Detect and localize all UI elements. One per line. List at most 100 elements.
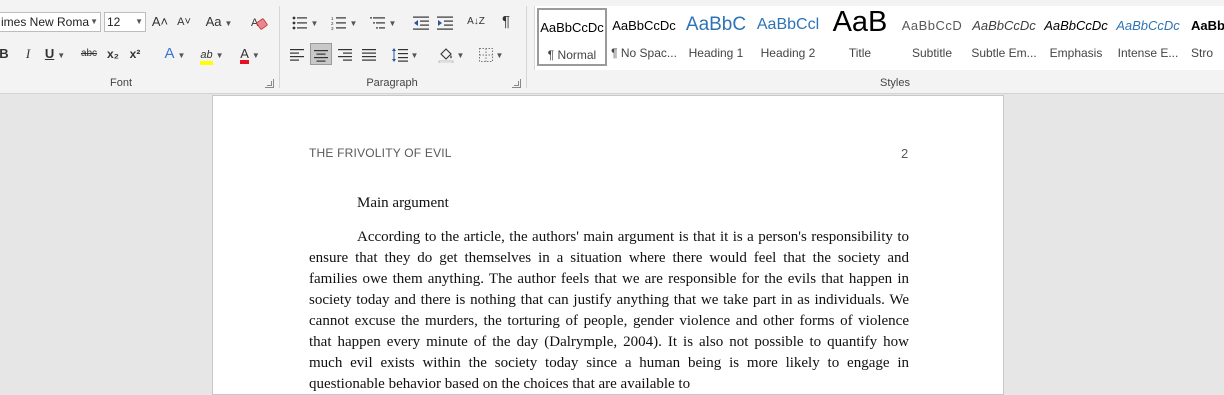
strikethrough-button[interactable]: abc (78, 43, 100, 65)
eraser-icon: A (251, 17, 268, 30)
change-case-label: Aa (205, 14, 222, 29)
font-size-combo[interactable]: 12 ▼ (104, 12, 146, 32)
group-divider (279, 6, 280, 88)
grow-font-button[interactable]: A˄ (151, 11, 169, 33)
underline-button[interactable]: U ▼ (40, 43, 70, 65)
styles-group-label: Styles (880, 77, 910, 89)
increase-indent-button[interactable] (434, 11, 456, 33)
decrease-indent-button[interactable] (410, 11, 432, 33)
style-heading-2[interactable]: AaBbCcl Heading 2 (753, 8, 823, 66)
chevron-down-icon: ▼ (177, 51, 186, 60)
chevron-down-icon: ▼ (310, 19, 319, 28)
font-name-combo[interactable]: imes New Roma ▼ (0, 12, 101, 32)
borders-button[interactable]: ▼ (474, 43, 508, 65)
increase-indent-icon (437, 16, 453, 30)
style-sample: AaBbCcDc (1044, 18, 1108, 33)
subscript-button[interactable]: x₂ (104, 43, 122, 65)
chevron-down-icon: ▼ (215, 51, 224, 60)
numbering-button[interactable]: 1 2 3 ▼ (327, 11, 361, 33)
style-name: Subtle Em... (971, 46, 1037, 60)
style-heading-1[interactable]: AaBbC Heading 1 (681, 8, 751, 66)
paragraph-group-label: Paragraph (366, 77, 418, 89)
style-sample: AaBbC (685, 14, 747, 35)
style-subtle-emphasis[interactable]: AaBbCcDc Subtle Em... (969, 8, 1039, 66)
style-normal[interactable]: AaBbCcDc ¶ Normal (537, 8, 607, 66)
text-effects-icon: A (164, 45, 175, 62)
italic-button[interactable]: I (20, 43, 36, 65)
chevron-down-icon: ▼ (410, 51, 419, 60)
numbered-list-icon: 1 2 3 (331, 16, 346, 30)
style-intense-emphasis[interactable]: AaBbCcDc Intense E... (1113, 8, 1183, 66)
style-emphasis[interactable]: AaBbCcDc Emphasis (1041, 8, 1111, 66)
font-color-icon: A (240, 47, 249, 64)
align-right-icon (338, 48, 352, 61)
document-page[interactable]: THE FRIVOLITY OF EVIL 2 Main argument Ac… (212, 95, 1004, 395)
page-number: 2 (901, 146, 909, 161)
multilevel-list-icon (369, 16, 385, 29)
align-center-icon (314, 49, 328, 62)
chevron-down-icon: ▼ (57, 51, 66, 60)
style-sample: AaBbCcDc (540, 20, 604, 35)
superscript-button[interactable]: x² (126, 43, 144, 65)
body-paragraph: According to the article, the authors' m… (309, 229, 909, 392)
chevron-down-icon: ▼ (349, 19, 358, 28)
paragraph-dialog-launcher[interactable] (512, 79, 521, 88)
chevron-down-icon: ▼ (251, 51, 260, 60)
style-name: Heading 1 (688, 46, 744, 60)
align-center-button[interactable] (310, 43, 332, 65)
style-name: Title (848, 46, 872, 60)
chevron-down-icon: ▼ (495, 51, 504, 60)
text-effects-button[interactable]: A ▼ (160, 43, 190, 65)
svg-text:3: 3 (331, 26, 334, 30)
style-name: Stro (1191, 46, 1214, 60)
chevron-down-icon: ▼ (135, 17, 143, 26)
style-sample: AaBbCcDc (612, 18, 676, 33)
bullet-list-icon (292, 16, 307, 29)
style-name: ¶ Normal (547, 48, 597, 62)
style-subtitle[interactable]: AaBbCcD Subtitle (897, 8, 967, 66)
align-right-button[interactable] (334, 43, 356, 65)
multilevel-list-button[interactable]: ▼ (366, 11, 400, 33)
clear-formatting-button[interactable]: A (248, 11, 270, 33)
justify-icon (362, 48, 376, 61)
style-sample: AaBbCc (1191, 18, 1224, 33)
change-case-button[interactable]: Aa ▼ (203, 11, 235, 33)
line-spacing-button[interactable]: ▼ (388, 43, 422, 65)
paint-bucket-icon (438, 47, 453, 63)
style-sample: AaBbCcl (756, 16, 820, 33)
style-strong[interactable]: AaBbCc Stro (1185, 8, 1224, 66)
justify-button[interactable] (358, 43, 380, 65)
font-color-button[interactable]: A ▼ (234, 43, 266, 65)
chevron-down-icon: ▼ (388, 19, 397, 28)
style-name: Subtitle (911, 46, 953, 60)
group-divider (526, 6, 527, 88)
shrink-font-button[interactable]: A˅ (175, 11, 193, 33)
style-sample: AaB (832, 8, 888, 38)
borders-icon (478, 47, 493, 62)
style-name: ¶ No Spac... (611, 46, 677, 60)
highlighter-icon: ab (200, 49, 213, 65)
style-name: Heading 2 (760, 46, 816, 60)
style-sample: AaBbCcDc (1116, 18, 1180, 33)
bold-button[interactable]: B (0, 43, 12, 65)
style-title[interactable]: AaB Title (825, 8, 895, 66)
align-left-icon (290, 48, 304, 61)
style-name: Emphasis (1049, 46, 1103, 60)
chevron-down-icon: ▼ (90, 17, 98, 26)
style-name: Intense E... (1117, 46, 1179, 60)
font-size-value: 12 (107, 15, 121, 29)
style-sample: AaBbCcD (901, 18, 963, 33)
sort-button[interactable]: A↓Z (466, 11, 486, 33)
bullets-button[interactable]: ▼ (288, 11, 322, 33)
font-name-value: imes New Roma (1, 15, 90, 29)
chevron-down-icon: ▼ (456, 51, 465, 60)
shading-button[interactable]: ▼ (434, 43, 468, 65)
style-no-spacing[interactable]: AaBbCcDc ¶ No Spac... (609, 8, 679, 66)
running-head: THE FRIVOLITY OF EVIL (309, 146, 452, 160)
align-left-button[interactable] (286, 43, 308, 65)
chevron-down-icon: ▼ (224, 19, 233, 28)
show-formatting-marks-button[interactable]: ¶ (496, 11, 516, 33)
style-sample: AaBbCcDc (972, 18, 1036, 33)
highlight-button[interactable]: ab ▼ (196, 43, 228, 65)
font-dialog-launcher[interactable] (265, 79, 274, 88)
